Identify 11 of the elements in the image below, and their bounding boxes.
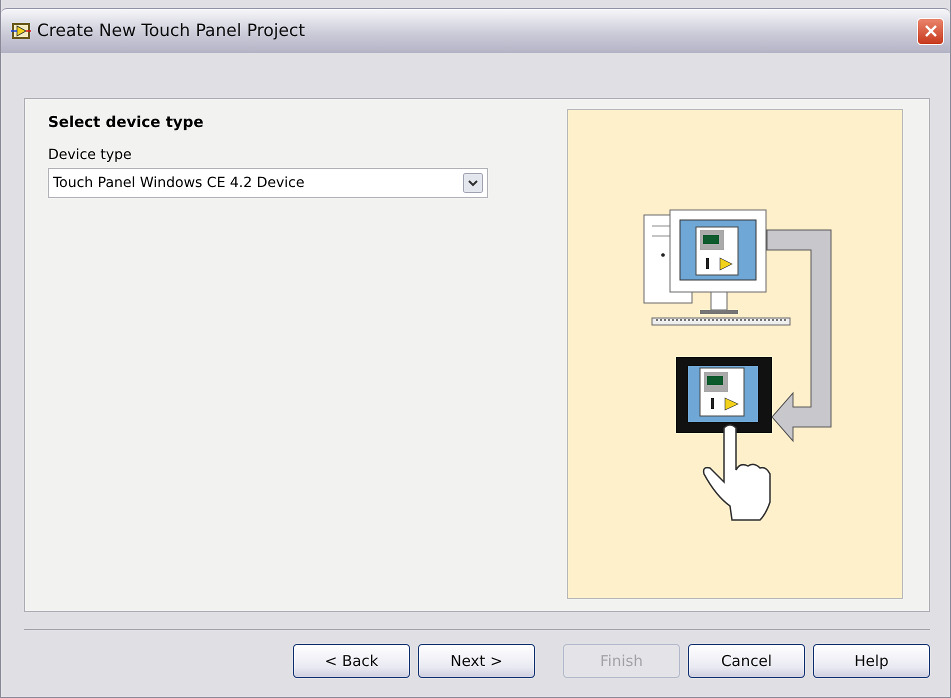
- app-icon: [11, 22, 31, 40]
- wizard-button[interactable]: Cancel: [688, 644, 805, 678]
- close-button[interactable]: [917, 18, 944, 44]
- field-label: Device type: [48, 147, 132, 163]
- wizard-button[interactable]: < Back: [293, 644, 410, 678]
- wizard-button[interactable]: Help: [813, 644, 930, 678]
- device-type-dropdown[interactable]: Touch Panel Windows CE 4.2 Device: [48, 168, 488, 198]
- window-title: Create New Touch Panel Project: [37, 21, 306, 41]
- wizard-button[interactable]: Next >: [418, 644, 535, 678]
- close-icon[interactable]: [924, 24, 938, 38]
- section-heading: Select device type: [48, 113, 204, 131]
